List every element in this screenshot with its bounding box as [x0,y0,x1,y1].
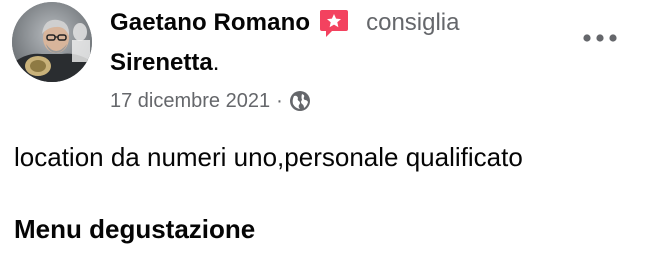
avatar-image [12,2,92,82]
meta-separator: · [276,89,283,112]
page-name-link[interactable]: Sirenetta [110,49,213,77]
globe-icon [289,90,311,112]
more-options-button[interactable] [578,26,622,50]
page-name-period: . [212,49,220,76]
action-text: consiglia [366,9,460,36]
post-date[interactable]: 17 dicembre 2021 [110,90,270,113]
star-speech-bubble-icon [318,7,350,39]
author-name[interactable]: Gaetano Romano [110,9,310,37]
page-line: Sirenetta. [110,48,219,78]
more-horizontal-icon [583,34,617,42]
post-body-text: location da numeri uno,personale qualifi… [14,142,523,172]
review-post: Gaetano Romano consiglia Sirenetta. 17 d… [0,0,654,268]
section-heading: Menu degustazione [14,214,256,244]
post-meta: 17 dicembre 2021 · [110,88,311,114]
avatar[interactable] [12,2,92,82]
post-header-line: Gaetano Romano consiglia [110,6,459,40]
